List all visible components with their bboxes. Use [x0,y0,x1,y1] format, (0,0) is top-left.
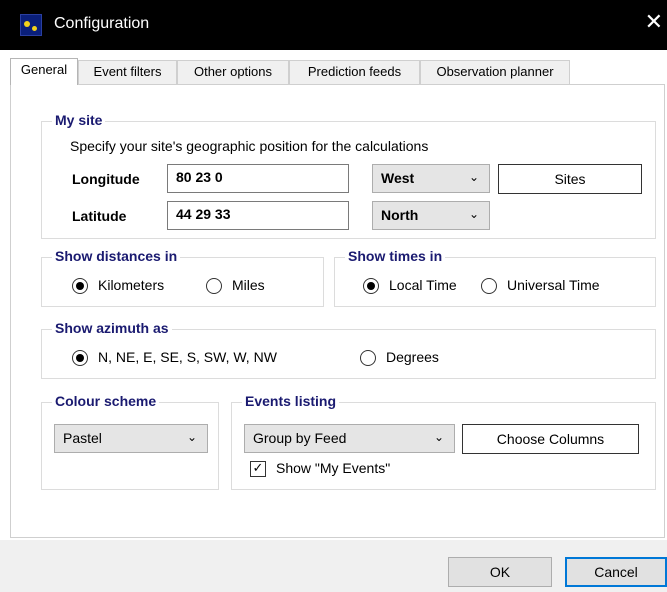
azimuth-group: Show azimuth as N, NE, E, SE, S, SW, W, … [41,320,656,379]
local-time-radio[interactable] [363,278,379,294]
longitude-label: Longitude [72,171,140,187]
kilometers-label: Kilometers [98,277,165,293]
longitude-input[interactable]: 80 23 0 [167,164,349,193]
latitude-direction-value: North [381,207,419,223]
latitude-input[interactable]: 44 29 33 [167,201,349,230]
universal-time-label: Universal Time [507,277,600,293]
chevron-down-icon: ⌄ [468,170,479,184]
colour-scheme-select[interactable]: Pastel ⌄ [54,424,208,453]
colour-scheme-group: Colour scheme Pastel ⌄ [41,393,219,490]
tab-observation-planner[interactable]: Observation planner [420,60,570,84]
miles-radio[interactable] [206,278,222,294]
site-description: Specify your site's geographic position … [70,138,429,154]
close-icon[interactable]: ✕ [645,11,663,35]
my-site-legend: My site [52,112,106,128]
window-title: Configuration [54,15,150,32]
my-site-group: My site Specify your site's geographic p… [41,112,656,239]
chevron-down-icon: ⌄ [433,430,444,444]
events-listing-value: Group by Feed [253,430,347,446]
tab-general[interactable]: General [10,58,78,85]
title-bar: Configuration ✕ [0,0,667,50]
miles-label: Miles [232,277,265,293]
degrees-label: Degrees [386,349,439,365]
distances-group: Show distances in Kilometers Miles [41,248,324,307]
events-listing-group: Events listing Group by Feed ⌄ Choose Co… [231,393,656,490]
show-my-events-label: Show "My Events" [276,460,391,476]
colour-scheme-legend: Colour scheme [52,393,160,409]
local-time-label: Local Time [389,277,457,293]
latitude-label: Latitude [72,208,127,224]
times-group: Show times in Local Time Universal Time [334,248,656,307]
general-tab-panel: My site Specify your site's geographic p… [10,84,665,538]
times-legend: Show times in [345,248,446,264]
events-listing-legend: Events listing [242,393,340,409]
distances-legend: Show distances in [52,248,181,264]
app-icon [20,14,42,36]
show-my-events-checkbox[interactable]: ✓ [250,461,266,477]
events-listing-select[interactable]: Group by Feed ⌄ [244,424,455,453]
compass-points-radio[interactable] [72,350,88,366]
compass-points-label: N, NE, E, SE, S, SW, W, NW [98,349,277,365]
latitude-direction-select[interactable]: North ⌄ [372,201,490,230]
choose-columns-button[interactable]: Choose Columns [462,424,639,454]
universal-time-radio[interactable] [481,278,497,294]
ok-button[interactable]: OK [448,557,552,587]
cancel-button[interactable]: Cancel [565,557,667,587]
degrees-radio[interactable] [360,350,376,366]
chevron-down-icon: ⌄ [468,207,479,221]
colour-scheme-value: Pastel [63,430,102,446]
tab-event-filters[interactable]: Event filters [78,60,177,84]
kilometers-radio[interactable] [72,278,88,294]
longitude-direction-select[interactable]: West ⌄ [372,164,490,193]
longitude-direction-value: West [381,170,415,186]
azimuth-legend: Show azimuth as [52,320,172,336]
sites-button[interactable]: Sites [498,164,642,194]
tab-prediction-feeds[interactable]: Prediction feeds [289,60,420,84]
chevron-down-icon: ⌄ [186,430,197,444]
tab-other-options[interactable]: Other options [177,60,289,84]
dialog-button-bar: OK Cancel [0,540,667,592]
